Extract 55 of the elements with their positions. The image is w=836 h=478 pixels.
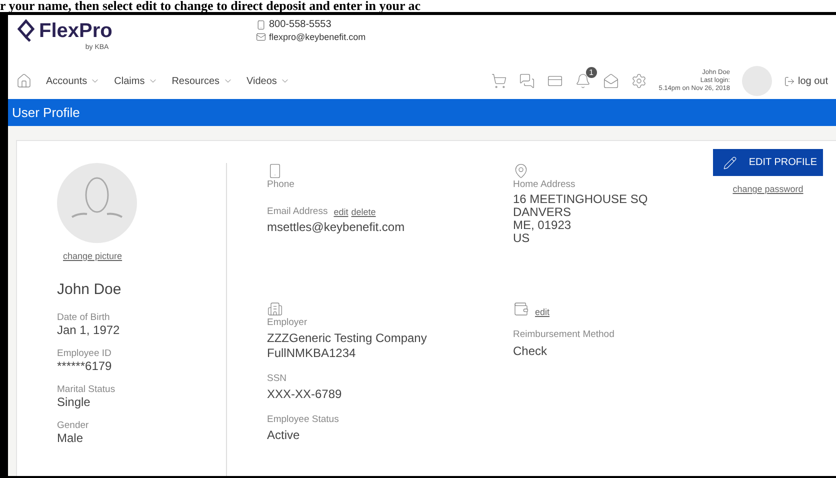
field-label: Phone bbox=[267, 179, 296, 190]
field-value: Male bbox=[57, 431, 84, 446]
field-label: Employer bbox=[267, 317, 308, 328]
delete-link[interactable]: delete bbox=[351, 207, 376, 217]
change-password-link[interactable]: change password bbox=[732, 184, 804, 194]
chat-icon[interactable] bbox=[518, 73, 535, 89]
phone-icon bbox=[256, 20, 266, 30]
field-value: Jan 1, 1972 bbox=[57, 323, 121, 338]
change-picture-link[interactable]: change picture bbox=[63, 251, 226, 261]
field-label: Employee Status bbox=[267, 414, 340, 425]
nav-menu[interactable]: Resources bbox=[172, 76, 233, 86]
field-label: Home Address bbox=[513, 179, 576, 190]
address-text: 16 MEETINGHOUSE SQ DANVERS ME, 01923 US bbox=[513, 193, 649, 245]
caption-text: r your name, then select edit to change to direct deposit and enter in your ac bbox=[0, 0, 422, 12]
mail-icon[interactable] bbox=[602, 73, 619, 89]
nav-menu[interactable]: Claims bbox=[114, 76, 158, 86]
pencil-icon bbox=[723, 156, 737, 170]
edit-link[interactable]: edit bbox=[535, 307, 550, 317]
field-label: Email Address bbox=[267, 206, 328, 217]
field-label: Employee ID bbox=[57, 348, 112, 359]
field-value: XXX-XX-6789 bbox=[267, 387, 343, 402]
page-title: User Profile bbox=[12, 105, 80, 120]
logout-link[interactable]: log out bbox=[784, 76, 828, 86]
field-value: Check bbox=[513, 344, 548, 359]
home-icon[interactable] bbox=[16, 73, 32, 89]
field-value: Active bbox=[267, 428, 301, 443]
cart-icon[interactable] bbox=[490, 73, 507, 89]
email-address: flexpro@keybenefit.com bbox=[269, 32, 366, 42]
field-label: SSN bbox=[267, 373, 288, 384]
edit-profile-button[interactable]: EDIT PROFILE bbox=[713, 149, 823, 176]
settings-icon[interactable] bbox=[630, 73, 647, 89]
field-label: Marital Status bbox=[57, 384, 116, 395]
field-value: msettles@keybenefit.com bbox=[267, 220, 406, 235]
nav-menu[interactable]: Videos bbox=[246, 76, 290, 86]
field-value: ******6179 bbox=[57, 359, 113, 374]
edit-link[interactable]: edit bbox=[334, 207, 348, 217]
field-label: Reimbursement Method bbox=[513, 329, 616, 340]
location-icon bbox=[513, 163, 529, 179]
field-value: Single bbox=[57, 395, 92, 410]
phone-icon bbox=[267, 163, 283, 179]
nav-menu[interactable]: Accounts bbox=[46, 76, 100, 86]
building-icon bbox=[267, 301, 283, 317]
bell-icon[interactable] bbox=[574, 73, 591, 89]
mail-icon bbox=[256, 32, 266, 42]
logout-icon bbox=[784, 76, 795, 86]
logo-icon bbox=[16, 19, 36, 43]
profile-name: John Doe bbox=[57, 281, 122, 298]
notification-badge: 1 bbox=[586, 67, 597, 78]
logo: FlexPro bbox=[39, 20, 112, 42]
field-label: Gender bbox=[57, 420, 90, 431]
phone-number: 800-558-5553 bbox=[269, 19, 332, 30]
field-value: ZZZGeneric Testing Company FullNMKBA1234 bbox=[267, 331, 428, 361]
card-icon[interactable] bbox=[546, 73, 563, 89]
wallet-icon bbox=[513, 301, 529, 317]
field-label: Date of Birth bbox=[57, 312, 111, 323]
